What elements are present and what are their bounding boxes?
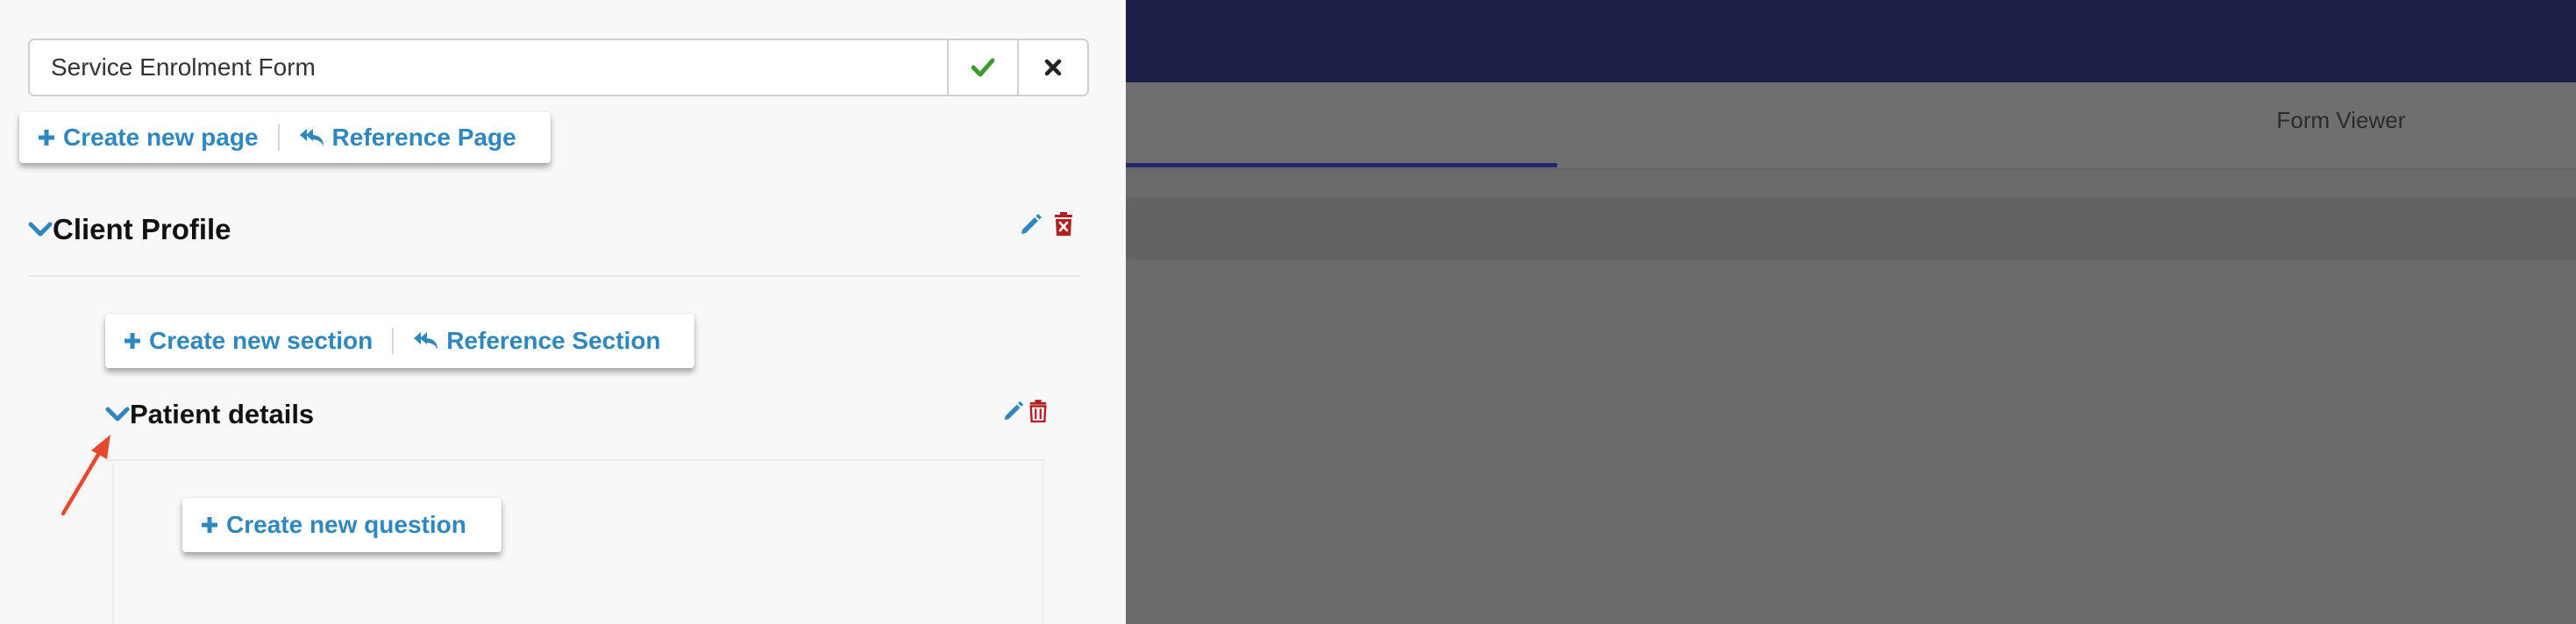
question-toolbar: Create new question <box>182 498 502 552</box>
toolbar-divider <box>277 124 280 151</box>
plus-icon <box>125 333 140 349</box>
create-new-page-label: Create new page <box>63 124 259 151</box>
close-icon <box>1044 59 1062 76</box>
chevron-down-icon <box>28 222 53 237</box>
create-new-question-button[interactable]: Create new question <box>200 511 466 539</box>
section-heading: Patient details <box>105 396 314 433</box>
plus-icon <box>39 130 54 145</box>
create-new-section-button[interactable]: Create new section <box>123 327 373 355</box>
delete-section-button[interactable] <box>1026 398 1050 424</box>
chevron-down-icon <box>105 407 130 422</box>
check-icon <box>971 58 994 77</box>
delete-page-button[interactable] <box>1049 210 1078 238</box>
reference-page-label: Reference Page <box>331 124 516 151</box>
trash-icon <box>1029 400 1047 422</box>
form-builder-panel: Create new page Reference Page Client Pr… <box>0 0 1126 624</box>
trash-icon <box>1055 212 1072 236</box>
create-new-question-label: Create new question <box>226 511 466 538</box>
page-heading: Client Profile <box>28 210 231 249</box>
reference-section-label: Reference Section <box>446 327 661 354</box>
annotation-arrow <box>60 435 110 516</box>
toolbar-divider <box>392 328 395 354</box>
section-toolbar: Create new section Reference Section <box>105 314 694 368</box>
section-divider <box>105 459 1045 461</box>
page-collapse-toggle[interactable] <box>28 221 53 238</box>
cancel-title-button[interactable] <box>1017 40 1087 95</box>
edit-section-button[interactable] <box>1001 398 1026 424</box>
create-new-page-button[interactable]: Create new page <box>37 124 259 152</box>
reference-section-button[interactable]: Reference Section <box>413 327 661 355</box>
create-new-section-label: Create new section <box>149 327 374 354</box>
pencil-icon <box>1004 401 1024 421</box>
pencil-icon <box>1021 214 1042 234</box>
page-toolbar: Create new page Reference Page <box>19 112 551 163</box>
form-title-editor <box>28 39 1089 96</box>
confirm-title-button[interactable] <box>947 40 1017 95</box>
plus-icon <box>202 517 217 533</box>
page-divider <box>28 275 1080 277</box>
section-collapse-toggle[interactable] <box>105 406 130 423</box>
section-title: Patient details <box>130 399 315 429</box>
active-tab-indicator <box>1126 163 1557 167</box>
tab-form-viewer[interactable]: Form Viewer <box>2122 107 2560 134</box>
reference-page-button[interactable]: Reference Page <box>299 124 516 152</box>
form-title-input[interactable] <box>30 40 947 95</box>
reply-all-icon <box>414 332 438 350</box>
edit-page-button[interactable] <box>1017 210 1045 238</box>
page-title: Client Profile <box>53 213 231 245</box>
reply-all-icon <box>299 129 324 146</box>
